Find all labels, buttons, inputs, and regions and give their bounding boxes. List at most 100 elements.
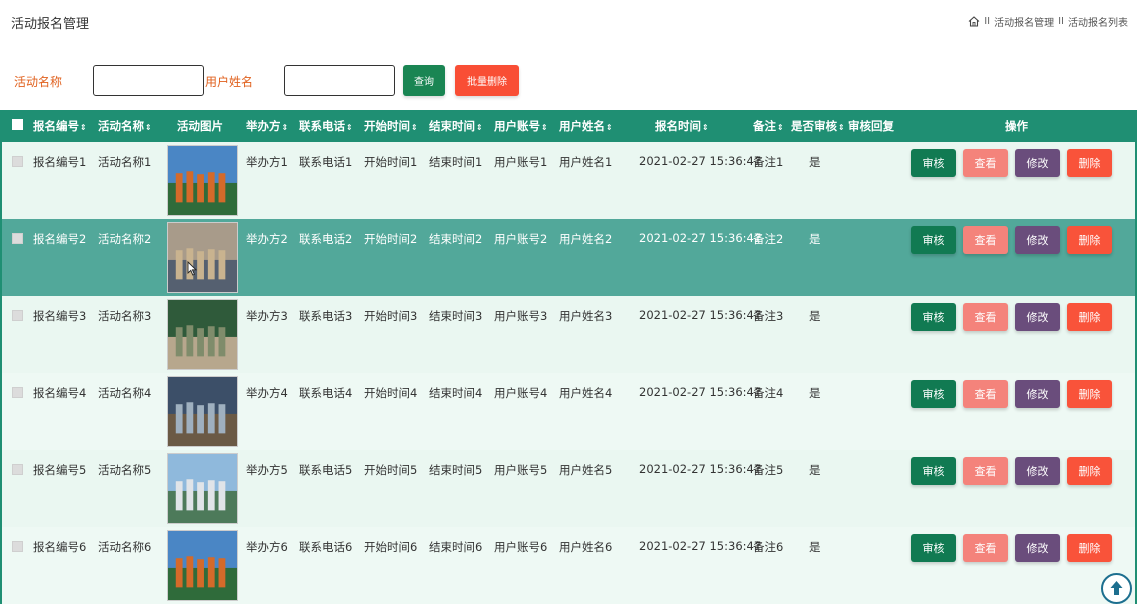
activity-photo-icon[interactable] [167,530,238,601]
cell-end: 结束时间6 [429,540,483,554]
cell-organizer: 举办方5 [246,463,288,477]
activity-photo-icon[interactable] [167,453,238,524]
audit-button[interactable]: 审核 [911,534,956,562]
edit-button[interactable]: 修改 [1015,226,1060,254]
column-header-phone[interactable]: 联系电话⇕ [297,110,362,142]
cell-audited: 是 [809,540,821,554]
row-select[interactable] [2,373,31,450]
sort-icon[interactable]: ⇕ [346,123,353,132]
column-header-end[interactable]: 结束时间⇕ [427,110,492,142]
batch-delete-button[interactable]: 批量删除 [455,65,519,96]
select-all-checkbox[interactable] [12,119,23,130]
activity-photo-icon[interactable] [167,376,238,447]
sort-icon[interactable]: ⇕ [838,123,845,132]
column-header-organizer[interactable]: 举办方⇕ [244,110,297,142]
delete-button[interactable]: 删除 [1067,380,1112,408]
row-checkbox[interactable] [12,387,23,398]
delete-button[interactable]: 删除 [1067,149,1112,177]
edit-button[interactable]: 修改 [1015,149,1060,177]
activity-name-input[interactable] [93,65,204,96]
edit-button[interactable]: 修改 [1015,380,1060,408]
audit-button[interactable]: 审核 [911,380,956,408]
row-checkbox[interactable] [12,541,23,552]
cell-username: 用户姓名6 [559,540,613,554]
row-select[interactable] [2,527,31,604]
column-header-account[interactable]: 用户账号⇕ [492,110,557,142]
activity-photo-icon[interactable] [167,222,238,293]
view-button[interactable]: 查看 [963,457,1008,485]
audit-button[interactable]: 审核 [911,149,956,177]
sort-icon[interactable]: ⇕ [282,123,289,132]
table-row[interactable]: 报名编号5 活动名称5 举办方5 联系电话5 开始时间5 结束时间5 用户账号5 用户姓名5 2… [2,450,1135,527]
home-icon[interactable] [968,16,980,27]
column-header-reply: 审核回复 [848,119,894,133]
cell-phone: 联系电话4 [299,386,353,400]
activity-photo-icon[interactable] [167,145,238,216]
table-row[interactable]: 报名编号4 活动名称4 举办方4 联系电话4 开始时间4 结束时间4 用户账号4 用户姓名4 2… [2,373,1135,450]
cell-end: 结束时间5 [429,463,483,477]
view-button[interactable]: 查看 [963,303,1008,331]
audit-button[interactable]: 审核 [911,303,956,331]
table-row[interactable]: 报名编号3 活动名称3 举办方3 联系电话3 开始时间3 结束时间3 用户账号3 用户姓名3 2… [2,296,1135,373]
row-checkbox[interactable] [12,464,23,475]
table-row[interactable]: 报名编号1 活动名称1 举办方1 联系电话1 开始时间1 结束时间1 用户账号1 用户姓名1 2… [2,142,1135,219]
audit-button[interactable]: 审核 [911,457,956,485]
breadcrumb-item-list: 活动报名列表 [1068,18,1128,29]
column-header-remark[interactable]: 备注⇕ [751,110,789,142]
query-button[interactable]: 查询 [403,65,445,96]
cell-organizer: 举办方2 [246,232,288,246]
sort-icon[interactable]: ⇕ [541,123,548,132]
cell-start: 开始时间6 [364,540,418,554]
cell-remark: 备注3 [753,309,784,323]
cell-phone: 联系电话6 [299,540,353,554]
column-header-audited[interactable]: 是否审核⇕ [789,110,846,142]
scroll-to-top-button[interactable] [1101,573,1132,604]
sort-icon[interactable]: ⇕ [145,123,152,132]
row-select[interactable] [2,450,31,527]
cell-reply [846,296,905,373]
sort-icon[interactable]: ⇕ [411,123,418,132]
delete-button[interactable]: 删除 [1067,226,1112,254]
table-row[interactable]: 报名编号2 活动名称2 举办方2 联系电话2 开始时间2 结束时间2 用户账号2 用户姓名2 2… [2,219,1135,296]
username-input[interactable] [284,65,395,96]
edit-button[interactable]: 修改 [1015,457,1060,485]
column-header-activity[interactable]: 活动名称⇕ [96,110,165,142]
sort-icon[interactable]: ⇕ [80,123,87,132]
view-button[interactable]: 查看 [963,149,1008,177]
row-select[interactable] [2,142,31,219]
view-button[interactable]: 查看 [963,534,1008,562]
row-checkbox[interactable] [12,310,23,321]
column-header-start[interactable]: 开始时间⇕ [362,110,427,142]
row-checkbox[interactable] [12,156,23,167]
cell-time: 2021-02-27 15:36:47 [639,462,762,476]
sort-icon[interactable]: ⇕ [777,123,784,132]
row-checkbox[interactable] [12,233,23,244]
column-header-time[interactable]: 报名时间⇕ [625,110,751,142]
edit-button[interactable]: 修改 [1015,534,1060,562]
cell-image [165,450,244,527]
breadcrumb-separator: II [1058,16,1064,27]
edit-button[interactable]: 修改 [1015,303,1060,331]
sort-icon[interactable]: ⇕ [702,123,709,132]
breadcrumb-item-manage[interactable]: 活动报名管理 [994,14,1054,29]
delete-button[interactable]: 删除 [1067,303,1112,331]
audit-button[interactable]: 审核 [911,226,956,254]
cell-start: 开始时间3 [364,309,418,323]
activity-photo-icon[interactable] [167,299,238,370]
column-header-id[interactable]: 报名编号⇕ [31,110,96,142]
header-select-all[interactable] [2,110,31,142]
view-button[interactable]: 查看 [963,226,1008,254]
view-button[interactable]: 查看 [963,380,1008,408]
top-bar: 活动报名管理 II 活动报名管理 II 活动报名列表 [0,0,1140,44]
cell-start: 开始时间5 [364,463,418,477]
search-bar: 活动名称 用户姓名 查询 批量删除 [0,64,1140,98]
delete-button[interactable]: 删除 [1067,457,1112,485]
table-row[interactable]: 报名编号6 活动名称6 举办方6 联系电话6 开始时间6 结束时间6 用户账号6 用户姓名6 2… [2,527,1135,604]
delete-button[interactable]: 删除 [1067,534,1112,562]
row-select[interactable] [2,219,31,296]
row-select[interactable] [2,296,31,373]
cell-audited: 是 [809,155,821,169]
sort-icon[interactable]: ⇕ [606,123,613,132]
sort-icon[interactable]: ⇕ [476,123,483,132]
column-header-username[interactable]: 用户姓名⇕ [557,110,625,142]
